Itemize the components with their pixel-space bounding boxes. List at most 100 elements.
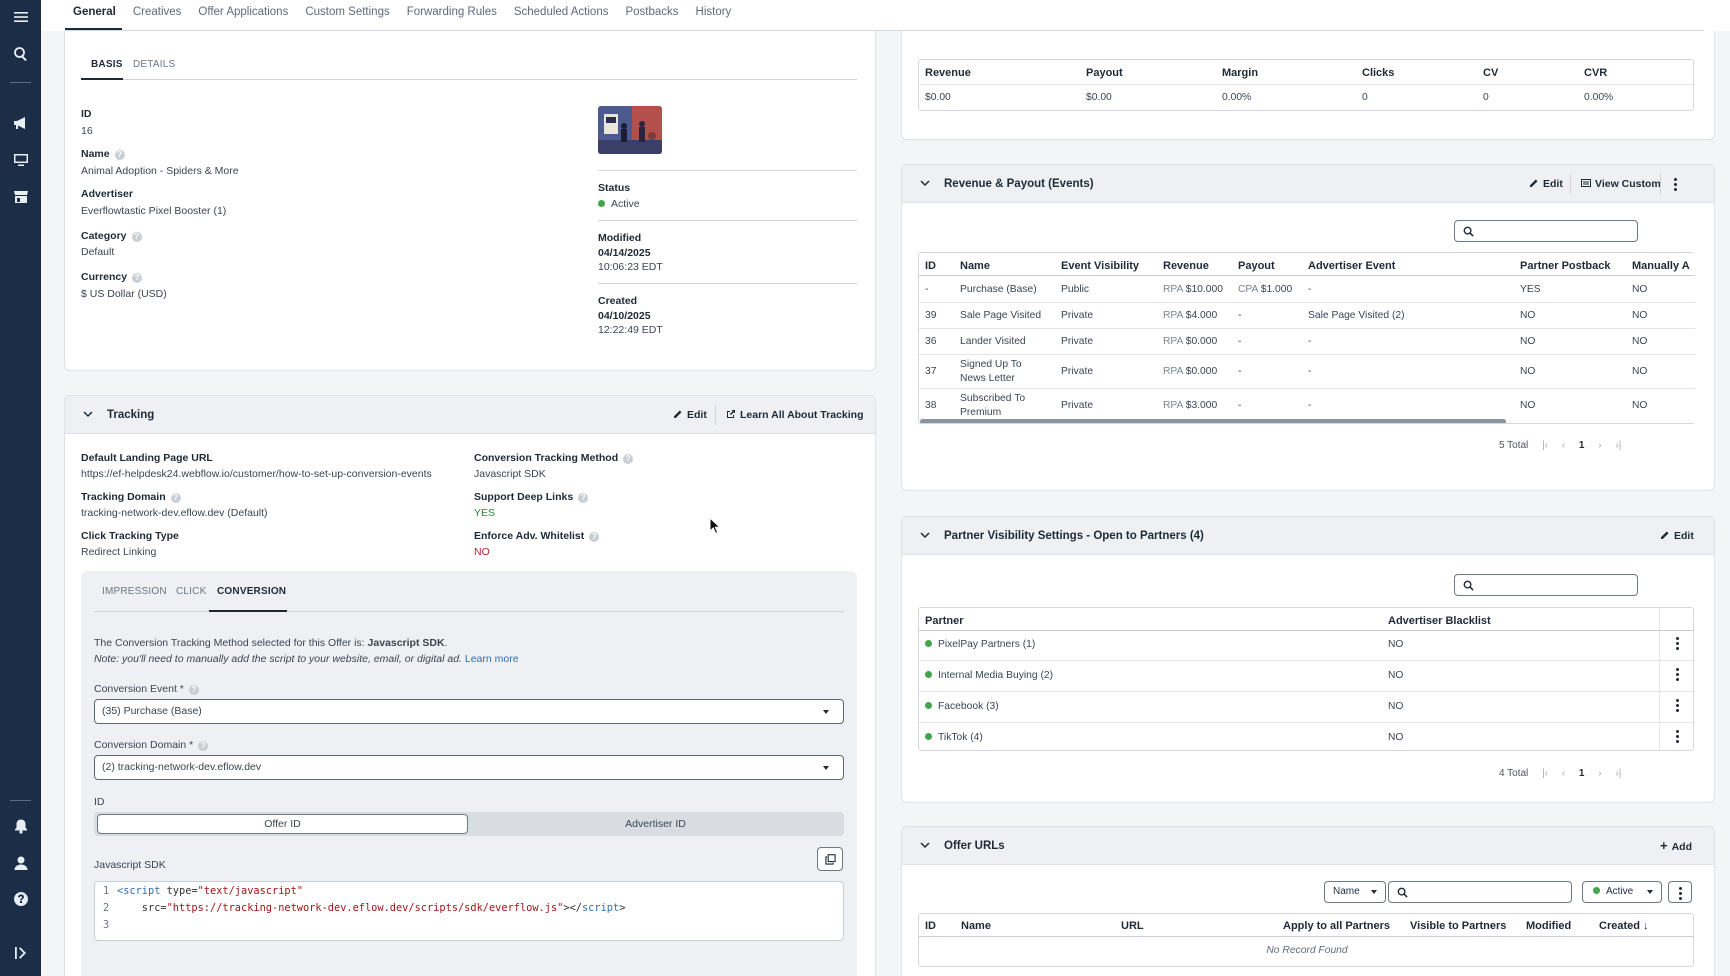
help-icon[interactable]: ? [132, 232, 142, 242]
partners-search-input[interactable] [1454, 574, 1638, 596]
help-icon[interactable]: ? [578, 493, 588, 503]
help-icon[interactable] [0, 885, 41, 913]
next-page-icon[interactable]: › [1598, 768, 1601, 779]
col-visible: Visible to Partners [1410, 920, 1506, 932]
offer-urls-search-input[interactable] [1388, 881, 1572, 903]
advertiser-id-option[interactable]: Advertiser ID [470, 814, 841, 834]
prev-page-icon[interactable]: ‹ [1562, 440, 1565, 451]
menu-icon[interactable] [0, 3, 41, 31]
row-divider [919, 354, 1695, 355]
help-icon[interactable]: ? [115, 150, 125, 160]
header-divider [919, 630, 1693, 631]
kebab-icon[interactable] [1676, 699, 1679, 714]
last-page-icon[interactable]: ›| [1615, 768, 1621, 779]
tab-general[interactable]: General [41, 0, 124, 30]
expand-icon[interactable] [0, 939, 41, 967]
next-page-icon[interactable]: › [1598, 440, 1601, 451]
col-payout: Payout [1086, 67, 1123, 79]
sdk-code-block[interactable]: 1 2 3 <script type="text/javascript" src… [94, 881, 844, 941]
cell-visibility: Public [1061, 284, 1089, 295]
offer-id-option[interactable]: Offer ID [97, 814, 468, 834]
chevron-down-icon[interactable] [919, 529, 931, 541]
chevron-down-icon[interactable] [919, 839, 931, 851]
status-text: Active [611, 198, 640, 210]
kebab-icon[interactable] [1676, 668, 1679, 683]
modified-date: 04/14/2025 [598, 247, 651, 259]
learn-tracking-button[interactable]: Learn All About Tracking [726, 396, 864, 434]
events-card: Revenue & Payout (Events) Edit View Cust… [901, 164, 1715, 491]
tab-forwarding-rules[interactable]: Forwarding Rules [398, 0, 505, 30]
landing-url-link[interactable]: https://ef-helpdesk24.webflow.io/custome… [81, 468, 432, 480]
megaphone-icon[interactable] [0, 109, 41, 137]
last-page-icon[interactable]: ›| [1615, 440, 1621, 451]
clicks-value[interactable]: 0 [1362, 92, 1368, 103]
partner-link[interactable]: PixelPay Partners (1) [925, 639, 1035, 650]
partners-edit-button[interactable]: Edit [1660, 517, 1694, 555]
tab-conversion[interactable]: CONVERSION [217, 586, 286, 597]
search-icon[interactable] [0, 40, 41, 68]
cell-id: 38 [925, 400, 936, 411]
tab-postbacks[interactable]: Postbacks [617, 0, 687, 30]
bell-icon[interactable] [0, 812, 41, 840]
advertiser-link[interactable]: Everflowtastic Pixel Booster (1) [81, 205, 226, 217]
user-icon[interactable] [0, 849, 41, 877]
conversion-domain-select[interactable]: (2) tracking-network-dev.eflow.dev [94, 755, 844, 780]
first-page-icon[interactable]: |‹ [1542, 768, 1548, 779]
monitor-icon[interactable] [0, 146, 41, 174]
tab-history[interactable]: History [687, 0, 740, 30]
add-url-button[interactable]: +Add [1660, 827, 1692, 866]
tab-details[interactable]: DETAILS [133, 59, 175, 70]
kebab-icon[interactable] [1674, 178, 1677, 193]
tab-creatives[interactable]: Creatives [124, 0, 190, 30]
header-separator [1660, 174, 1661, 194]
offer-urls-menu-button[interactable] [1668, 881, 1692, 903]
conversion-event-select[interactable]: (35) Purchase (Base) [94, 699, 844, 724]
code-token: "text/javascript" [198, 885, 303, 897]
help-icon[interactable]: ? [189, 685, 199, 695]
tab-offer-applications[interactable]: Offer Applications [190, 0, 297, 30]
copy-button[interactable] [817, 847, 843, 871]
name-label-text: Name [81, 148, 110, 160]
partner-link[interactable]: TikTok (4) [925, 732, 983, 743]
cell-blacklist: NO [1388, 701, 1403, 712]
kebab-icon[interactable] [1676, 637, 1679, 652]
cell-manual: NO [1632, 336, 1647, 347]
click-type-label: Click Tracking Type [81, 530, 179, 542]
chevron-down-icon[interactable] [919, 177, 931, 189]
learn-more-link[interactable]: Learn more [465, 653, 519, 665]
current-page[interactable]: 1 [1579, 440, 1585, 451]
help-icon[interactable]: ? [589, 532, 599, 542]
top-tabs: General Creatives Offer Applications Cus… [41, 0, 740, 30]
current-page[interactable]: 1 [1579, 768, 1585, 779]
col-created[interactable]: Created ↓ [1599, 920, 1649, 932]
help-icon[interactable]: ? [171, 493, 181, 503]
conversion-event-label-text: Conversion Event [94, 683, 177, 695]
events-edit-button[interactable]: Edit [1529, 165, 1563, 203]
tab-click[interactable]: CLICK [176, 586, 206, 597]
cell-revenue-type: RPA [1163, 366, 1183, 377]
tracking-edit-button[interactable]: Edit [673, 396, 707, 434]
tab-basis[interactable]: BASIS [91, 59, 123, 70]
tab-scheduled-actions[interactable]: Scheduled Actions [505, 0, 617, 30]
events-header: Revenue & Payout (Events) Edit View Cust… [902, 165, 1714, 203]
partner-link[interactable]: Internal Media Buying (2) [925, 670, 1053, 681]
tab-custom-settings[interactable]: Custom Settings [297, 0, 398, 30]
cv-value[interactable]: 0 [1483, 92, 1489, 103]
chevron-down-icon[interactable] [82, 408, 94, 420]
filter-field-select[interactable]: Name [1324, 881, 1386, 903]
store-icon[interactable] [0, 183, 41, 211]
cell-postback: NO [1520, 310, 1535, 321]
first-page-icon[interactable]: |‹ [1542, 440, 1548, 451]
help-icon[interactable]: ? [623, 454, 633, 464]
code-line-2: src="https://tracking-network-dev.eflow.… [117, 902, 625, 914]
view-custom-button[interactable]: View Custom [1581, 165, 1661, 203]
tab-impression[interactable]: IMPRESSION [102, 586, 167, 597]
status-filter-select[interactable]: Active [1582, 881, 1662, 903]
prev-page-icon[interactable]: ‹ [1562, 768, 1565, 779]
help-icon[interactable]: ? [132, 273, 142, 283]
partner-link[interactable]: Facebook (3) [925, 701, 999, 712]
kebab-icon[interactable] [1676, 730, 1679, 745]
help-icon[interactable]: ? [198, 741, 208, 751]
horizontal-scrollbar[interactable] [920, 419, 1506, 424]
events-search-input[interactable] [1454, 220, 1638, 242]
